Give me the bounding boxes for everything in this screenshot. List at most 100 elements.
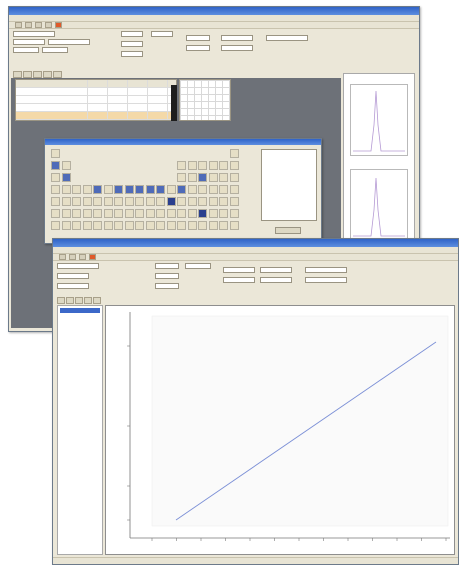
- element-cell[interactable]: [135, 197, 144, 206]
- element-cell[interactable]: [145, 209, 155, 218]
- element-cell[interactable]: [219, 197, 228, 206]
- front-tab[interactable]: [66, 297, 74, 304]
- sample-name-field[interactable]: [13, 31, 55, 37]
- element-cell[interactable]: [124, 209, 134, 218]
- element-cell[interactable]: [156, 197, 165, 206]
- calc-field[interactable]: [305, 267, 347, 273]
- option-field[interactable]: [221, 35, 253, 41]
- tool-button[interactable]: [69, 254, 76, 260]
- stop-icon[interactable]: [55, 22, 62, 28]
- element-cell[interactable]: [51, 173, 60, 182]
- element-cell[interactable]: [61, 209, 71, 218]
- option-field-2[interactable]: [223, 277, 255, 283]
- rack-field[interactable]: [121, 41, 143, 47]
- element-cell[interactable]: [177, 209, 186, 218]
- element-cell[interactable]: [103, 197, 113, 206]
- element-cell[interactable]: [51, 221, 60, 230]
- element-cell[interactable]: [198, 209, 207, 218]
- element-cell[interactable]: [208, 197, 218, 206]
- back-tab[interactable]: [13, 71, 22, 78]
- element-cell[interactable]: [51, 185, 60, 194]
- element-cell[interactable]: [219, 209, 228, 218]
- element-cell[interactable]: [124, 221, 134, 230]
- stop-icon[interactable]: [89, 254, 96, 260]
- calc-field-2[interactable]: [305, 277, 347, 283]
- front-tab[interactable]: [84, 297, 92, 304]
- element-cell[interactable]: [198, 173, 207, 182]
- dilution-field[interactable]: [151, 31, 173, 37]
- element-cell[interactable]: [93, 209, 102, 218]
- option-field[interactable]: [260, 267, 292, 273]
- list-item[interactable]: [60, 308, 100, 313]
- element-cell[interactable]: [72, 197, 81, 206]
- element-cell[interactable]: [187, 185, 197, 194]
- element-cell[interactable]: [229, 173, 239, 182]
- element-cell[interactable]: [114, 185, 123, 194]
- element-cell[interactable]: [114, 221, 123, 230]
- element-cell[interactable]: [51, 209, 60, 218]
- element-cell[interactable]: [177, 221, 186, 230]
- element-cell[interactable]: [145, 185, 155, 194]
- element-cell[interactable]: [177, 197, 186, 206]
- tool-button[interactable]: [79, 254, 86, 260]
- element-cell[interactable]: [187, 209, 197, 218]
- table-row[interactable]: [16, 96, 176, 104]
- element-cell[interactable]: [187, 161, 197, 170]
- back-tab[interactable]: [52, 71, 62, 78]
- back-tab[interactable]: [32, 71, 42, 78]
- element-cell[interactable]: [82, 185, 92, 194]
- calc-field[interactable]: [266, 35, 308, 41]
- rack-field[interactable]: [155, 273, 179, 279]
- element-cell[interactable]: [229, 197, 239, 206]
- element-cell[interactable]: [61, 221, 71, 230]
- element-cell[interactable]: [72, 185, 81, 194]
- element-cell[interactable]: [103, 209, 113, 218]
- element-cell[interactable]: [93, 197, 102, 206]
- element-cell[interactable]: [124, 197, 134, 206]
- tool-button[interactable]: [45, 22, 52, 28]
- element-cell[interactable]: [198, 221, 207, 230]
- front-window-titlebar[interactable]: [53, 239, 458, 247]
- back-window-titlebar[interactable]: [9, 7, 419, 15]
- element-cell[interactable]: [61, 197, 71, 206]
- sample-desc-field[interactable]: [48, 39, 90, 45]
- method-field[interactable]: [121, 31, 143, 37]
- element-cell[interactable]: [103, 185, 113, 194]
- option-field-3[interactable]: [260, 277, 292, 283]
- element-cell[interactable]: [208, 221, 218, 230]
- element-cell[interactable]: [187, 221, 197, 230]
- element-cell[interactable]: [177, 185, 186, 194]
- vial-field[interactable]: [121, 51, 143, 57]
- element-cell[interactable]: [177, 161, 186, 170]
- element-cell[interactable]: [208, 173, 218, 182]
- element-cell[interactable]: [187, 197, 197, 206]
- element-cell[interactable]: [51, 197, 60, 206]
- element-cell[interactable]: [208, 209, 218, 218]
- back-tab[interactable]: [42, 71, 52, 78]
- element-cell[interactable]: [72, 221, 81, 230]
- tool-button[interactable]: [15, 22, 22, 28]
- periodic-window-titlebar[interactable]: [45, 139, 321, 145]
- element-cell[interactable]: [145, 221, 155, 230]
- element-cell[interactable]: [219, 173, 228, 182]
- element-cell[interactable]: [219, 221, 228, 230]
- element-cell[interactable]: [166, 221, 176, 230]
- element-cell[interactable]: [82, 209, 92, 218]
- element-cell[interactable]: [114, 197, 123, 206]
- element-cell[interactable]: [177, 173, 186, 182]
- element-cell[interactable]: [72, 209, 81, 218]
- operator-field[interactable]: [13, 47, 39, 53]
- dilution-field[interactable]: [185, 263, 211, 269]
- option-field-3[interactable]: [221, 45, 253, 51]
- element-cell[interactable]: [82, 197, 92, 206]
- element-cell[interactable]: [114, 209, 123, 218]
- element-cell[interactable]: [135, 185, 144, 194]
- element-cell[interactable]: [51, 149, 60, 158]
- element-cell[interactable]: [51, 161, 60, 170]
- element-cell[interactable]: [145, 197, 155, 206]
- front-tab[interactable]: [93, 297, 101, 304]
- vial-field[interactable]: [155, 283, 179, 289]
- element-cell[interactable]: [124, 185, 134, 194]
- element-cell[interactable]: [156, 185, 165, 194]
- tool-button[interactable]: [59, 254, 66, 260]
